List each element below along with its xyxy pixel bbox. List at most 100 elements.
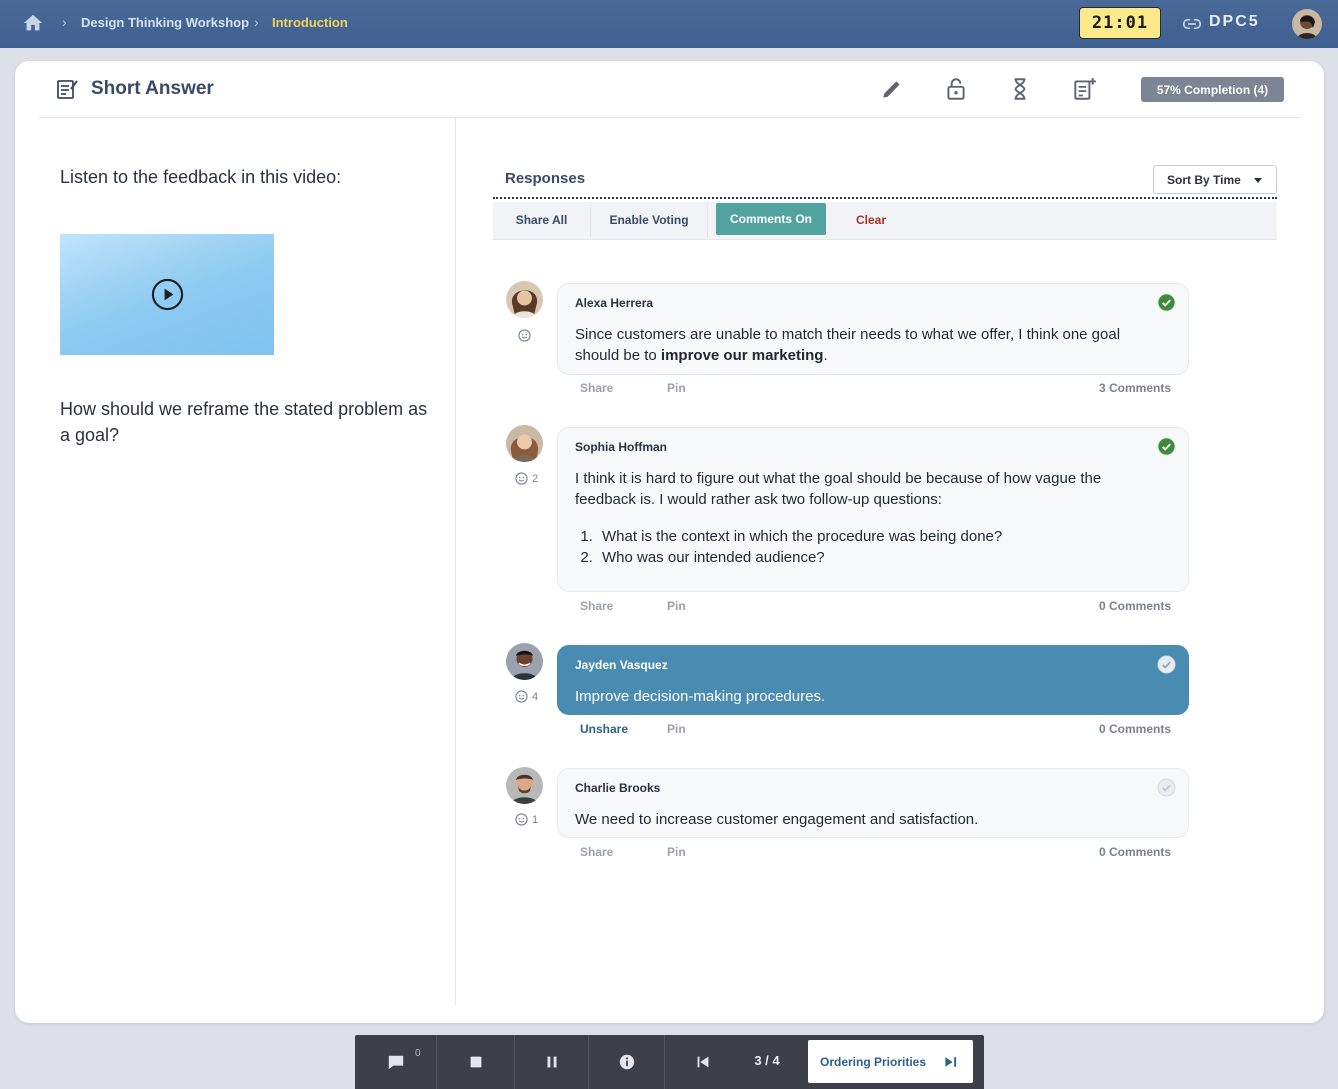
unshare-link[interactable]: Unshare bbox=[580, 722, 628, 736]
responses-title: Responses bbox=[505, 170, 586, 187]
skip-next-icon bbox=[945, 1057, 957, 1067]
link-icon[interactable] bbox=[1182, 14, 1202, 34]
pin-link[interactable]: Pin bbox=[667, 381, 686, 395]
reaction-number: 1 bbox=[532, 813, 539, 826]
reaction-count[interactable] bbox=[518, 329, 535, 342]
presenter-controls: 0 3 / 4 Ordering Priorities bbox=[355, 1035, 984, 1089]
response-author: Charlie Brooks bbox=[575, 781, 661, 795]
column-divider bbox=[455, 118, 456, 1005]
responses-toolbar: Share All Enable Voting Comments On Clea… bbox=[493, 202, 1277, 240]
response-card-shared[interactable]: Jayden Vasquez Improve decision-making p… bbox=[557, 645, 1189, 715]
pin-link[interactable]: Pin bbox=[667, 722, 686, 736]
play-icon[interactable] bbox=[151, 278, 184, 311]
response-text: Since customers are unable to match thei… bbox=[575, 326, 1121, 364]
share-link[interactable]: Share bbox=[580, 599, 613, 613]
info-icon bbox=[619, 1054, 634, 1070]
comments-link[interactable]: 0 Comments bbox=[1099, 722, 1171, 736]
next-activity-label: Ordering Priorities bbox=[820, 1054, 927, 1069]
response-actions: Unshare Pin 0 Comments bbox=[557, 722, 1189, 740]
smiley-icon bbox=[515, 690, 528, 703]
user-avatar[interactable] bbox=[1292, 9, 1322, 39]
comments-on-button[interactable]: Comments On bbox=[716, 203, 826, 235]
share-link[interactable]: Share bbox=[580, 381, 613, 395]
video-player[interactable] bbox=[60, 234, 274, 355]
chevron-right-icon: › bbox=[254, 14, 259, 30]
enable-voting-button[interactable]: Enable Voting bbox=[591, 202, 708, 237]
sort-dropdown[interactable]: Sort By Time bbox=[1153, 165, 1277, 194]
chat-button[interactable]: 0 bbox=[355, 1035, 437, 1089]
prompt-intro: Listen to the feedback in this video: bbox=[60, 167, 342, 187]
list-item: Who was our intended audience? bbox=[597, 547, 1165, 568]
response-author: Alexa Herrera bbox=[575, 296, 654, 310]
add-note-icon[interactable] bbox=[1071, 76, 1097, 102]
pause-icon bbox=[547, 1056, 556, 1068]
caret-down-icon bbox=[1254, 178, 1262, 183]
clear-button[interactable]: Clear bbox=[836, 202, 906, 237]
response-card[interactable]: Charlie Brooks We need to increase custo… bbox=[557, 768, 1189, 838]
avatar bbox=[506, 281, 543, 318]
activity-header: Short Answer 57% Completion (4) bbox=[39, 61, 1300, 118]
prompt-question: How should we reframe the stated problem… bbox=[60, 399, 428, 445]
approved-check-icon[interactable] bbox=[1157, 293, 1176, 312]
chat-count: 0 bbox=[415, 1048, 421, 1059]
comments-link[interactable]: 0 Comments bbox=[1099, 599, 1171, 613]
session-timer[interactable]: 21:01 bbox=[1079, 7, 1161, 39]
response-text: Improve decision-making procedures. bbox=[575, 688, 826, 705]
session-code[interactable]: DPC5 bbox=[1209, 13, 1260, 31]
sort-label: Sort By Time bbox=[1167, 172, 1241, 187]
response-actions: Share Pin 3 Comments bbox=[557, 381, 1189, 399]
check-circle-icon[interactable] bbox=[1157, 778, 1176, 797]
pin-link[interactable]: Pin bbox=[667, 599, 686, 613]
pin-link[interactable]: Pin bbox=[667, 845, 686, 859]
response-actions: Share Pin 0 Comments bbox=[557, 845, 1189, 863]
unlock-icon[interactable] bbox=[943, 76, 969, 102]
list-item: What is the context in which the procedu… bbox=[597, 526, 1165, 547]
pencil-icon[interactable] bbox=[879, 76, 905, 102]
share-link[interactable]: Share bbox=[580, 845, 613, 859]
previous-button[interactable] bbox=[665, 1035, 741, 1089]
pause-button[interactable] bbox=[515, 1035, 589, 1089]
reaction-count[interactable]: 2 bbox=[515, 472, 538, 485]
chevron-right-icon: › bbox=[62, 14, 67, 30]
hourglass-icon[interactable] bbox=[1007, 76, 1033, 102]
page-indicator: 3 / 4 bbox=[754, 1053, 780, 1068]
short-answer-icon bbox=[57, 80, 78, 99]
response-actions: Share Pin 0 Comments bbox=[557, 599, 1189, 617]
stop-button[interactable] bbox=[437, 1035, 515, 1089]
skip-previous-icon bbox=[697, 1056, 709, 1068]
smiley-icon bbox=[515, 813, 528, 826]
breadcrumb-introduction[interactable]: Introduction bbox=[272, 15, 348, 30]
info-button[interactable] bbox=[589, 1035, 665, 1089]
avatar bbox=[506, 767, 543, 804]
dotted-divider bbox=[493, 197, 1277, 199]
avatar bbox=[506, 643, 543, 680]
smiley-icon bbox=[518, 329, 531, 342]
response-card[interactable]: Alexa Herrera Since customers are unable… bbox=[557, 283, 1189, 375]
breadcrumb-workshop[interactable]: Design Thinking Workshop bbox=[81, 15, 249, 30]
top-bar: › Design Thinking Workshop › Introductio… bbox=[0, 0, 1338, 48]
smiley-icon bbox=[515, 472, 528, 485]
reaction-count[interactable]: 4 bbox=[515, 690, 538, 703]
approved-check-icon[interactable] bbox=[1157, 437, 1176, 456]
reaction-count[interactable]: 1 bbox=[515, 813, 538, 826]
avatar bbox=[506, 425, 543, 462]
response-list: What is the context in which the procedu… bbox=[575, 526, 1165, 568]
stop-icon bbox=[470, 1056, 481, 1068]
response-author: Jayden Vasquez bbox=[575, 658, 668, 672]
next-activity-button[interactable]: Ordering Priorities bbox=[808, 1040, 973, 1083]
response-text: I think it is hard to figure out what th… bbox=[575, 468, 1165, 568]
response-card[interactable]: Sophia Hoffman I think it is hard to fig… bbox=[557, 427, 1189, 592]
chat-icon bbox=[388, 1055, 403, 1070]
check-circle-icon[interactable] bbox=[1157, 655, 1176, 674]
home-icon[interactable] bbox=[22, 12, 44, 34]
reaction-number: 4 bbox=[532, 690, 539, 703]
activity-card: Short Answer 57% Completion (4) Listen t… bbox=[15, 61, 1324, 1023]
reaction-number: 2 bbox=[532, 472, 539, 485]
share-all-button[interactable]: Share All bbox=[493, 202, 591, 237]
comments-link[interactable]: 0 Comments bbox=[1099, 845, 1171, 859]
completion-badge[interactable]: 57% Completion (4) bbox=[1141, 77, 1284, 102]
response-text: We need to increase customer engagement … bbox=[575, 811, 979, 828]
response-author: Sophia Hoffman bbox=[575, 440, 667, 454]
comments-link[interactable]: 3 Comments bbox=[1099, 381, 1171, 395]
activity-title: Short Answer bbox=[91, 78, 214, 99]
